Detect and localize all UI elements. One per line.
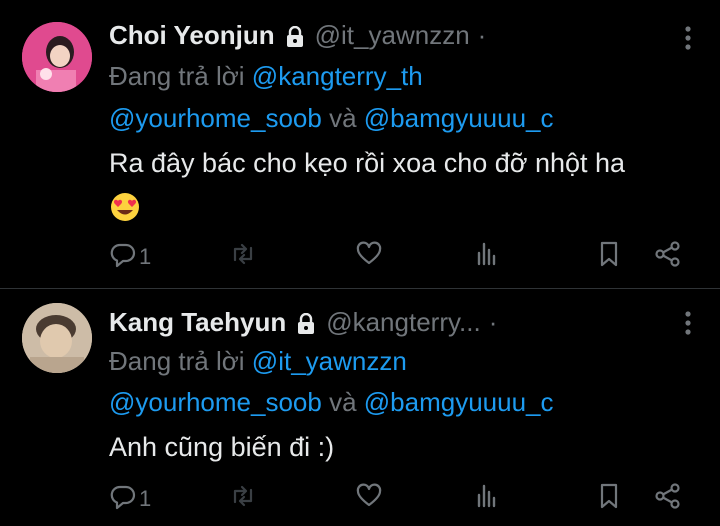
avatar[interactable] — [22, 303, 92, 373]
reply-button[interactable]: 1 — [109, 240, 151, 274]
retweet-icon — [229, 240, 257, 274]
share-button[interactable] — [654, 240, 682, 274]
heart-eyes-emoji — [109, 189, 141, 221]
views-icon — [473, 240, 501, 274]
reply-button[interactable]: 1 — [109, 482, 151, 516]
lock-icon — [296, 311, 316, 334]
share-icon — [654, 240, 682, 274]
display-name[interactable]: Kang Taehyun — [109, 307, 286, 338]
share-button[interactable] — [654, 482, 682, 516]
views-icon — [473, 482, 501, 516]
reply-count: 1 — [139, 244, 152, 269]
reply-icon — [109, 482, 137, 516]
retweet-button[interactable] — [229, 240, 257, 274]
views-button[interactable] — [473, 482, 501, 516]
replying-to-continued: @yourhome_soob và @bamgyuuuu_c — [109, 381, 554, 423]
views-button[interactable] — [473, 240, 501, 274]
replying-to: Đang trả lời @kangterry_th — [109, 55, 423, 97]
user-handle[interactable]: @it_yawnzzn — [315, 20, 470, 51]
reply-tweet[interactable]: Kang Taehyun @kangterry... · Đang trả lờ… — [0, 288, 720, 526]
replying-joiner: và — [321, 387, 364, 417]
tweet-header: Choi Yeonjun @it_yawnzzn · — [109, 15, 690, 55]
mention-link[interactable]: @it_yawnzzn — [252, 346, 407, 376]
tweet-emoji — [109, 184, 141, 226]
reply-tweet[interactable]: Choi Yeonjun @it_yawnzzn · Đang trả lời … — [0, 0, 720, 288]
tweet-text: Anh cũng biến đi :) — [109, 432, 335, 462]
like-icon — [355, 240, 383, 274]
avatar[interactable] — [22, 22, 92, 92]
display-name[interactable]: Choi Yeonjun — [109, 20, 275, 51]
share-icon — [654, 482, 682, 516]
reply-count: 1 — [139, 486, 152, 511]
mention-link[interactable]: @yourhome_soob — [109, 103, 322, 133]
bookmark-icon — [595, 482, 623, 516]
separator-dot: · — [488, 306, 498, 337]
mention-link[interactable]: @bamgyuuuu_c — [364, 103, 554, 133]
tweet-actions: 1 — [109, 240, 694, 274]
more-icon[interactable] — [684, 25, 692, 51]
bookmark-icon — [595, 240, 623, 274]
retweet-button[interactable] — [229, 482, 257, 516]
lock-icon — [285, 24, 305, 47]
replying-prefix: Đang trả lời — [109, 346, 245, 376]
bookmark-button[interactable] — [595, 240, 623, 274]
retweet-icon — [229, 482, 257, 516]
tweet-actions: 1 — [109, 482, 694, 516]
bookmark-button[interactable] — [595, 482, 623, 516]
replying-joiner: và — [321, 103, 364, 133]
more-icon[interactable] — [684, 310, 692, 336]
replying-to: Đang trả lời @it_yawnzzn — [109, 340, 407, 382]
replying-prefix: Đang trả lời — [109, 61, 245, 91]
user-handle[interactable]: @kangterry... — [326, 307, 481, 338]
like-icon — [355, 482, 383, 516]
mention-link[interactable]: @bamgyuuuu_c — [364, 387, 554, 417]
reply-icon — [109, 240, 137, 274]
tweet-header: Kang Taehyun @kangterry... · — [109, 302, 690, 342]
separator-dot: · — [477, 19, 487, 50]
like-button[interactable] — [355, 482, 383, 516]
replying-to-continued: @yourhome_soob và @bamgyuuuu_c — [109, 97, 554, 139]
mention-link[interactable]: @kangterry_th — [252, 61, 423, 91]
tweet-text: Ra đây bác cho kẹo rồi xoa cho đỡ nhột h… — [109, 148, 626, 178]
mention-link[interactable]: @yourhome_soob — [109, 387, 322, 417]
like-button[interactable] — [355, 240, 383, 274]
